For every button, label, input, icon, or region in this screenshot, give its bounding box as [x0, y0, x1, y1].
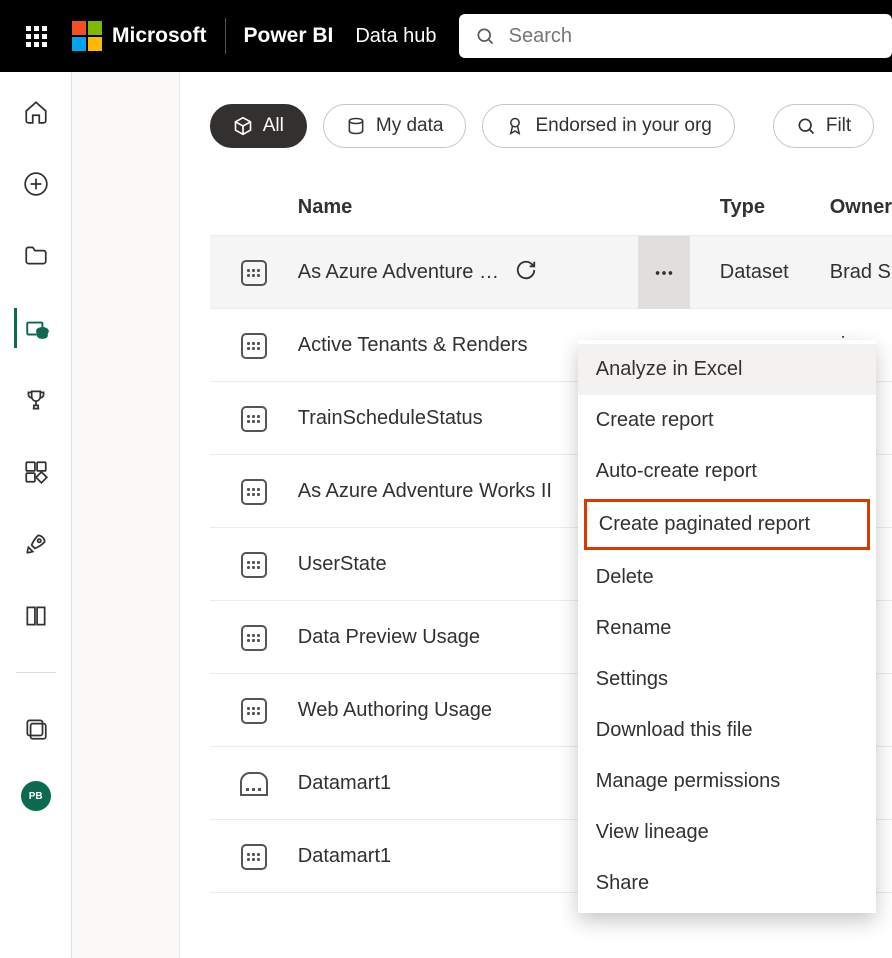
rocket-icon: [23, 531, 49, 557]
context-menu-item[interactable]: Settings: [578, 654, 876, 705]
row-type: Dataset: [696, 261, 816, 284]
home-icon: [23, 99, 49, 125]
left-nav: PB: [0, 72, 72, 958]
dataset-icon: [210, 260, 298, 286]
user-avatar[interactable]: PB: [21, 781, 51, 811]
row-name-text: UserState: [298, 553, 387, 576]
row-name-text: Data Preview Usage: [298, 626, 480, 649]
product-name[interactable]: Power BI: [244, 24, 334, 48]
pill-endorsed[interactable]: Endorsed in your org: [482, 104, 734, 148]
pill-all[interactable]: All: [210, 104, 307, 148]
pill-filter-label: Filt: [826, 115, 851, 137]
nav-data-hub[interactable]: [14, 308, 54, 348]
row-name-text: Datamart1: [298, 772, 391, 795]
brand-name: Microsoft: [112, 24, 207, 48]
app-header: Microsoft Power BI Data hub: [0, 0, 892, 72]
microsoft-logo[interactable]: Microsoft: [72, 21, 225, 51]
row-name-text: TrainScheduleStatus: [298, 407, 483, 430]
book-icon: [23, 603, 49, 629]
cube-icon: [233, 116, 253, 136]
table-header: Name Type Owner: [210, 180, 892, 236]
dataset-icon: [210, 625, 298, 651]
context-menu-item[interactable]: Create report: [578, 395, 876, 446]
row-name-text: As Azure Adventure Works II: [298, 480, 552, 503]
page-name[interactable]: Data hub: [355, 25, 436, 48]
col-header-name[interactable]: Name: [298, 196, 696, 219]
pill-mydata-label: My data: [376, 115, 444, 137]
row-name-text: Active Tenants & Renders: [298, 334, 528, 357]
context-menu-item[interactable]: Delete: [578, 552, 876, 603]
dataset-icon: [210, 479, 298, 505]
table-row[interactable]: As Azure Adventure … DatasetBrad S: [210, 236, 892, 309]
nav-browse[interactable]: [16, 236, 56, 276]
nav-workspaces[interactable]: [16, 709, 56, 749]
dataset-icon: [210, 698, 298, 724]
pill-all-label: All: [263, 115, 284, 137]
trophy-icon: [23, 387, 49, 413]
waffle-button[interactable]: [0, 26, 72, 47]
data-hub-icon: [24, 315, 50, 341]
context-menu-item[interactable]: Analyze in Excel: [578, 344, 876, 395]
ribbon-icon: [505, 116, 525, 136]
context-menu-item[interactable]: Share: [578, 858, 876, 909]
dataset-icon: [210, 552, 298, 578]
row-name-text: As Azure Adventure …: [298, 261, 499, 284]
datamart-icon: [210, 772, 298, 796]
dataset-icon: [210, 844, 298, 870]
header-divider: [225, 18, 226, 54]
col-header-type[interactable]: Type: [696, 196, 816, 219]
refresh-icon[interactable]: [515, 259, 537, 287]
context-menu-item[interactable]: Auto-create report: [578, 446, 876, 497]
waffle-icon: [26, 26, 47, 47]
workspaces-icon: [23, 716, 49, 742]
row-owner: Brad S: [816, 261, 892, 284]
search-icon: [796, 116, 816, 136]
nav-deployment[interactable]: [16, 524, 56, 564]
secondary-panel: [72, 72, 179, 958]
search-icon: [475, 25, 495, 47]
context-menu: Analyze in ExcelCreate reportAuto-create…: [578, 340, 876, 913]
search-box[interactable]: [459, 14, 892, 58]
nav-home[interactable]: [16, 92, 56, 132]
pill-my-data[interactable]: My data: [323, 104, 467, 148]
more-options-button[interactable]: [638, 236, 690, 309]
nav-metrics[interactable]: [16, 380, 56, 420]
microsoft-squares-icon: [72, 21, 102, 51]
row-name-text: Web Authoring Usage: [298, 699, 492, 722]
row-name-text: Datamart1: [298, 845, 391, 868]
context-menu-item[interactable]: Manage permissions: [578, 756, 876, 807]
filter-pills: All My data Endorsed in your org Filt: [210, 104, 892, 148]
context-menu-item[interactable]: View lineage: [578, 807, 876, 858]
more-icon: [653, 262, 675, 284]
plus-circle-icon: [23, 171, 49, 197]
folder-icon: [23, 243, 49, 269]
context-menu-item[interactable]: Rename: [578, 603, 876, 654]
dataset-icon: [210, 333, 298, 359]
search-input[interactable]: [509, 25, 876, 48]
nav-apps[interactable]: [16, 452, 56, 492]
nav-learn[interactable]: [16, 596, 56, 636]
nav-separator: [16, 672, 56, 673]
dataset-icon: [210, 406, 298, 432]
database-icon: [346, 116, 366, 136]
pill-filter[interactable]: Filt: [773, 104, 874, 148]
nav-create[interactable]: [16, 164, 56, 204]
main-content: All My data Endorsed in your org Filt Na…: [180, 72, 892, 958]
pill-endorsed-label: Endorsed in your org: [535, 115, 711, 137]
col-header-owner[interactable]: Owner: [816, 196, 892, 219]
context-menu-item[interactable]: Create paginated report: [584, 499, 870, 550]
apps-icon: [23, 459, 49, 485]
row-name-cell[interactable]: As Azure Adventure …: [298, 259, 638, 287]
context-menu-item[interactable]: Download this file: [578, 705, 876, 756]
